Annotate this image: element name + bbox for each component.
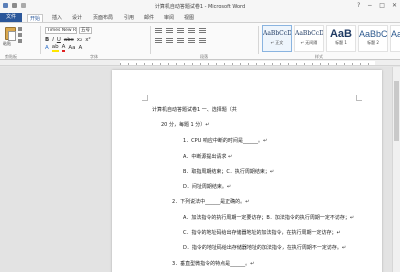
style-normal[interactable]: AaBbCcDc ↵ 正文 xyxy=(262,25,292,52)
title-bar: 计算机自动答题试卷1 - Microsoft Word ? − □ ✕ xyxy=(0,0,400,13)
help-button[interactable]: ? xyxy=(357,2,360,9)
style-preview: AaBbC xyxy=(391,29,400,39)
tab-references[interactable]: 引用 xyxy=(122,14,136,22)
decrease-indent-icon[interactable] xyxy=(188,28,195,33)
font-color-row: A ab A Aa A xyxy=(45,44,83,52)
ribbon-tabs: 文件 开始 插入 设计 页面布局 引用 邮件 审阅 视图 xyxy=(0,13,400,22)
bullets-icon[interactable] xyxy=(155,28,162,33)
style-no-spacing[interactable]: AaBbCcDc ↵ 无间隔 xyxy=(294,25,324,52)
text-effects-button[interactable]: A xyxy=(45,45,49,52)
document-line[interactable]: A．中断源提出请求 ↵ xyxy=(183,153,232,160)
font-format-row: B I U abc x₂ x² xyxy=(45,37,91,43)
tab-review[interactable]: 审阅 xyxy=(162,14,176,22)
style-name: 标题 xyxy=(391,40,400,46)
tab-mailings[interactable]: 邮件 xyxy=(142,14,156,22)
document-line[interactable]: 20 分，每题 1 分）↵ xyxy=(161,121,210,128)
minimize-button[interactable]: − xyxy=(367,2,372,9)
document-line[interactable]: D．指令的地址码给出存储器地址的加法指令，在执行周期不一定访存。↵ xyxy=(183,244,346,251)
clipboard-tools xyxy=(18,27,23,45)
style-heading-2[interactable]: AaBbC 标题 2 xyxy=(358,25,388,52)
margin-corner-mark xyxy=(142,95,148,101)
document-line[interactable]: 计算机自动答题试卷1 一、选择题（共 xyxy=(152,106,237,113)
multilevel-list-icon[interactable] xyxy=(177,28,184,33)
strikethrough-button[interactable]: abc xyxy=(64,37,74,43)
increase-indent-icon[interactable] xyxy=(199,28,206,33)
style-preview: AaBbCcDc xyxy=(295,30,323,37)
copy-icon[interactable] xyxy=(18,33,22,37)
window-controls: ? − □ ✕ xyxy=(357,2,397,9)
group-divider xyxy=(40,26,41,54)
tab-view[interactable]: 视图 xyxy=(182,14,196,22)
justify-icon[interactable] xyxy=(188,38,195,43)
document-line[interactable]: 3．垂直型微指令的特点是______。↵ xyxy=(172,260,254,267)
document-line[interactable]: A．加法指令的执行周期一定要访存；B．加法指令的执行周期一定不访存；↵ xyxy=(183,214,354,221)
numbering-icon[interactable] xyxy=(166,28,173,33)
close-button[interactable]: ✕ xyxy=(392,2,397,9)
scrollbar-thumb[interactable] xyxy=(394,81,399,141)
style-name: 标题 1 xyxy=(335,40,347,45)
line-spacing-icon[interactable] xyxy=(199,38,206,43)
underline-button[interactable]: U xyxy=(57,37,61,43)
format-painter-icon[interactable] xyxy=(18,39,22,43)
style-name: ↵ 无间隔 xyxy=(300,40,318,45)
tab-file[interactable]: 文件 xyxy=(0,13,22,22)
align-right-icon[interactable] xyxy=(177,38,184,43)
style-preview: AaBbCcDc xyxy=(263,30,291,37)
horizontal-ruler[interactable] xyxy=(0,60,400,66)
grow-font-button[interactable]: A xyxy=(79,45,83,52)
paragraph-row-1 xyxy=(155,28,206,33)
style-title[interactable]: AaBbC 标题 xyxy=(390,25,400,52)
style-name: 标题 2 xyxy=(367,40,379,45)
subscript-button[interactable]: x₂ xyxy=(77,37,82,43)
document-page[interactable]: 计算机自动答题试卷1 一、选择题（共 20 分，每题 1 分）↵ 1．CPU 响… xyxy=(112,70,382,272)
document-line[interactable]: 1．CPU 响应中断的时间是______。↵ xyxy=(183,137,267,144)
document-line[interactable]: 2．下列说法中______是正确的。↵ xyxy=(172,198,249,205)
superscript-button[interactable]: x² xyxy=(85,37,90,43)
document-line[interactable]: C．指令的地址码给出存储器地址的加法指令，在执行周期一定访存；↵ xyxy=(183,229,341,236)
styles-gallery: AaBbCcDc ↵ 正文 AaBbCcDc ↵ 无间隔 AaB 标题 1 Aa… xyxy=(262,25,400,52)
italic-button[interactable]: I xyxy=(52,37,54,43)
tab-design[interactable]: 设计 xyxy=(70,14,84,22)
group-divider xyxy=(258,26,259,54)
document-area[interactable]: 计算机自动答题试卷1 一、选择题（共 20 分，每题 1 分）↵ 1．CPU 响… xyxy=(0,67,400,272)
font-color-button[interactable]: A xyxy=(61,44,66,52)
ribbon-home: 粘贴 剪贴板 Times New R 五号 B I U abc x₂ x² A … xyxy=(0,22,400,60)
margin-corner-mark xyxy=(356,95,362,101)
font-size-combobox[interactable]: 五号 xyxy=(79,27,92,34)
cut-icon[interactable] xyxy=(18,27,22,31)
ruler-scale xyxy=(120,61,375,65)
tab-page-layout[interactable]: 页面布局 xyxy=(91,14,115,22)
paste-sheet-icon xyxy=(8,31,16,41)
style-heading-1[interactable]: AaB 标题 1 xyxy=(326,25,356,52)
highlight-color-button[interactable]: ab xyxy=(51,44,59,52)
paragraph-row-2 xyxy=(155,38,206,43)
style-name: ↵ 正文 xyxy=(270,40,284,45)
paste-label: 粘贴 xyxy=(3,41,11,46)
document-line[interactable]: B．取指周期结束；C．执行周期结束；↵ xyxy=(183,168,274,175)
tab-insert[interactable]: 插入 xyxy=(50,14,64,22)
align-center-icon[interactable] xyxy=(166,38,173,43)
bold-button[interactable]: B xyxy=(45,37,49,43)
window-title: 计算机自动答题试卷1 - Microsoft Word xyxy=(154,4,246,10)
vertical-scrollbar[interactable] xyxy=(392,67,400,272)
align-left-icon[interactable] xyxy=(155,38,162,43)
document-line[interactable]: D．间址周期结束。↵ xyxy=(183,183,231,190)
style-preview: AaB xyxy=(329,28,352,40)
maximize-button[interactable]: □ xyxy=(379,2,385,9)
word-window: 计算机自动答题试卷1 - Microsoft Word ? − □ ✕ 文件 开… xyxy=(0,0,400,272)
change-case-button[interactable]: Aa xyxy=(68,45,75,52)
tab-home[interactable]: 开始 xyxy=(27,14,44,22)
font-name-combobox[interactable]: Times New R xyxy=(45,27,77,34)
group-divider xyxy=(150,26,151,54)
style-preview: AaBbC xyxy=(359,29,387,39)
